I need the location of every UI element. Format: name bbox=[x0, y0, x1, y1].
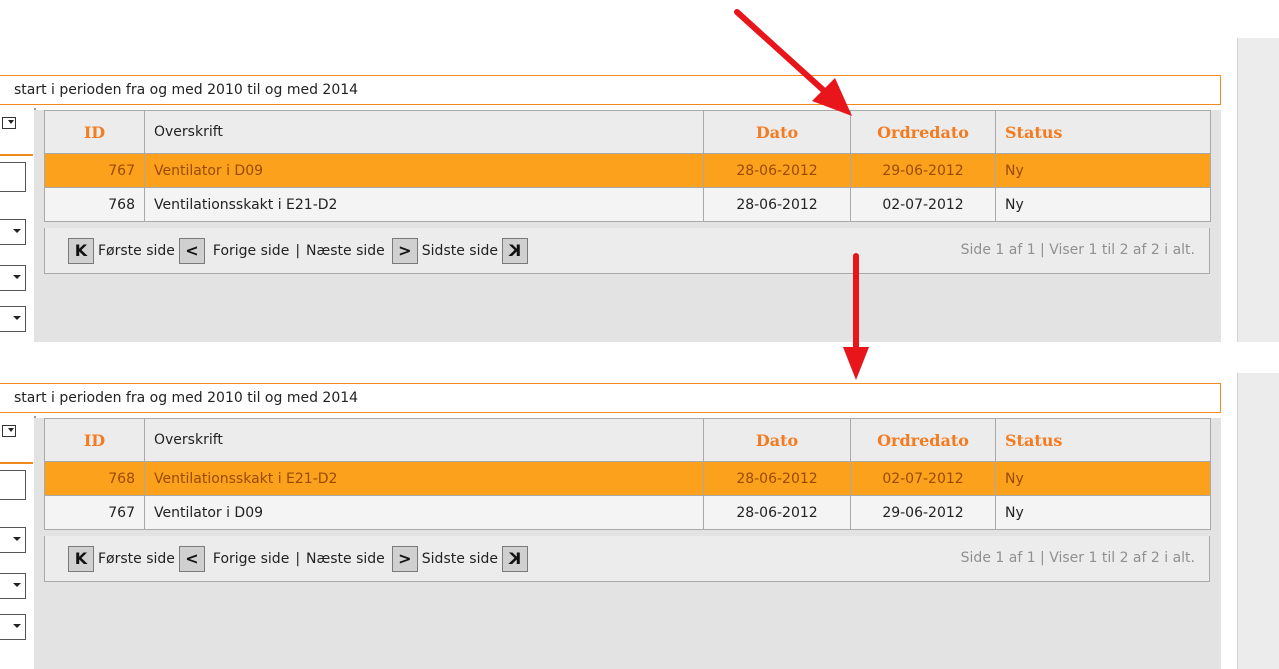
red-arrow-icon bbox=[734, 9, 869, 380]
diagonal-red-arrow bbox=[734, 9, 852, 116]
vertical-red-arrow bbox=[843, 253, 869, 380]
